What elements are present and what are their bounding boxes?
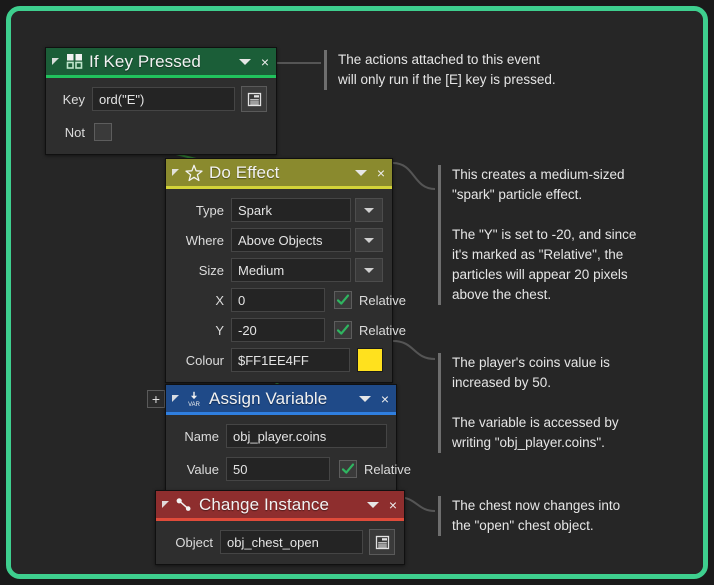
star-icon xyxy=(185,164,203,182)
collapse-triangle-icon[interactable] xyxy=(162,501,169,508)
row-value: Value 50 Relative xyxy=(175,457,411,481)
object-label: Object xyxy=(175,534,213,550)
size-select-value[interactable]: Medium xyxy=(231,258,351,282)
add-variable-button[interactable]: + xyxy=(147,390,165,408)
row-size: Size Medium xyxy=(175,258,383,282)
chevron-down-icon[interactable] xyxy=(238,58,251,65)
y-label: Y xyxy=(215,322,224,338)
y-relative-label: Relative xyxy=(359,322,406,338)
annotation-instance: The chest now changes into the "open" ch… xyxy=(438,496,702,536)
instance-link-icon xyxy=(175,496,193,514)
colour-label: Colour xyxy=(185,352,224,368)
row-x: X 0 Relative xyxy=(175,288,406,312)
row-type: Type Spark xyxy=(175,198,383,222)
block-title: If Key Pressed xyxy=(89,51,201,71)
size-dropdown-button[interactable] xyxy=(355,258,383,282)
annotation-effect: This creates a medium-sized "spark" part… xyxy=(438,165,702,305)
block-title: Change Instance xyxy=(199,494,330,514)
svg-text:VAR: VAR xyxy=(188,401,200,407)
block-title: Do Effect xyxy=(209,162,280,182)
name-label: Name xyxy=(184,428,219,444)
event-canvas[interactable]: If Key Pressed × Key ord("E") Not Do Eff… xyxy=(11,11,703,574)
block-titlebar[interactable]: VAR Assign Variable × xyxy=(166,385,396,412)
collapse-triangle-icon[interactable] xyxy=(172,169,179,176)
collapse-triangle-icon[interactable] xyxy=(172,395,179,402)
colour-swatch[interactable] xyxy=(357,348,383,372)
chevron-down-icon[interactable] xyxy=(358,395,371,402)
size-label: Size xyxy=(198,262,224,278)
row-colour: Colour $FF1EE4FF xyxy=(175,348,383,372)
close-icon[interactable]: × xyxy=(389,498,397,512)
block-titlebar[interactable]: If Key Pressed × xyxy=(46,48,276,75)
value-relative-label: Relative xyxy=(364,461,411,477)
x-relative-label: Relative xyxy=(359,292,406,308)
colour-input[interactable]: $FF1EE4FF xyxy=(231,348,350,372)
type-select-value[interactable]: Spark xyxy=(231,198,351,222)
grid-icon xyxy=(65,53,83,71)
object-input[interactable]: obj_chest_open xyxy=(220,530,363,554)
annotation-variable: The player's coins value is increased by… xyxy=(438,353,702,453)
row-not: Not xyxy=(55,120,267,144)
block-titlebar[interactable]: Do Effect × xyxy=(166,159,392,186)
type-label: Type xyxy=(195,202,224,218)
chevron-down-icon xyxy=(364,267,374,273)
x-label: X xyxy=(215,292,224,308)
not-checkbox[interactable] xyxy=(94,123,112,141)
block-body: Object obj_chest_open xyxy=(156,521,404,564)
close-icon[interactable]: × xyxy=(261,55,269,69)
close-icon[interactable]: × xyxy=(381,392,389,406)
x-relative-checkbox[interactable] xyxy=(334,291,352,309)
collapse-triangle-icon[interactable] xyxy=(52,58,59,65)
where-dropdown-button[interactable] xyxy=(355,228,383,252)
object-picker-button[interactable] xyxy=(369,529,395,555)
block-do-effect[interactable]: Do Effect × Type Spark Where Above Objec… xyxy=(165,158,406,383)
block-body: Type Spark Where Above Objects Size Medi… xyxy=(166,189,406,382)
chevron-down-icon xyxy=(364,207,374,213)
value-label: Value xyxy=(186,461,219,477)
block-assign-variable[interactable]: VAR Assign Variable × Name obj_player.co… xyxy=(165,384,411,492)
row-name: Name obj_player.coins xyxy=(175,424,387,448)
close-icon[interactable]: × xyxy=(377,166,385,180)
row-y: Y -20 Relative xyxy=(175,318,406,342)
value-relative-checkbox[interactable] xyxy=(339,460,357,478)
block-if-key-pressed[interactable]: If Key Pressed × Key ord("E") Not xyxy=(45,47,277,155)
not-label: Not xyxy=(64,124,85,140)
row-key: Key ord("E") xyxy=(55,86,267,112)
var-arrow-icon: VAR xyxy=(185,390,203,408)
key-picker-button[interactable] xyxy=(241,86,267,112)
editor-frame: If Key Pressed × Key ord("E") Not Do Eff… xyxy=(6,6,708,579)
block-change-instance[interactable]: Change Instance × Object obj_chest_open xyxy=(155,490,405,565)
block-titlebar[interactable]: Change Instance × xyxy=(156,491,404,518)
value-input[interactable]: 50 xyxy=(226,457,330,481)
type-dropdown-button[interactable] xyxy=(355,198,383,222)
where-label: Where xyxy=(185,232,224,248)
annotation-event: The actions attached to this event will … xyxy=(324,50,698,90)
name-input[interactable]: obj_player.coins xyxy=(226,424,387,448)
y-input[interactable]: -20 xyxy=(231,318,325,342)
block-body: Name obj_player.coins Value 50 Relative xyxy=(166,415,411,491)
row-where: Where Above Objects xyxy=(175,228,383,252)
row-object: Object obj_chest_open xyxy=(165,529,395,555)
where-select-value[interactable]: Above Objects xyxy=(231,228,351,252)
block-body: Key ord("E") Not xyxy=(46,78,276,154)
x-input[interactable]: 0 xyxy=(231,288,325,312)
y-relative-checkbox[interactable] xyxy=(334,321,352,339)
key-label: Key xyxy=(62,91,85,107)
chevron-down-icon[interactable] xyxy=(354,169,367,176)
block-title: Assign Variable xyxy=(209,388,328,408)
chevron-down-icon[interactable] xyxy=(366,501,379,508)
chevron-down-icon xyxy=(364,237,374,243)
key-input[interactable]: ord("E") xyxy=(92,87,235,111)
